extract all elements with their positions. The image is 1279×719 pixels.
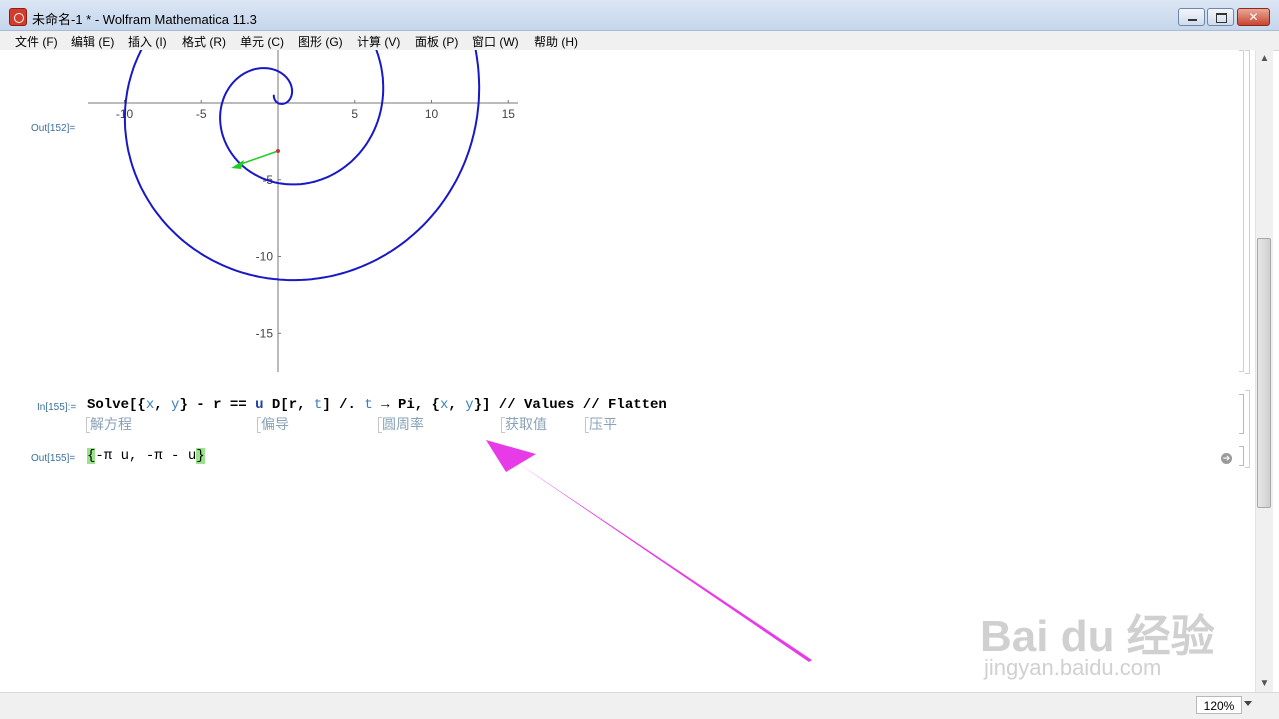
in155-label: In[155]:= — [37, 402, 77, 413]
menu-graphics[interactable]: 图形 (G) — [298, 33, 343, 50]
hint-flatten: 压平 — [585, 416, 617, 433]
hint-derivative: 偏导 — [257, 416, 289, 433]
code-token-5: } - — [179, 397, 214, 413]
plot-point — [276, 149, 280, 153]
code-token-14: t — [364, 397, 373, 413]
zoom-level[interactable]: 120% — [1196, 696, 1242, 714]
hint-pi: 圆周率 — [378, 416, 424, 433]
close-icon: ✕ — [1248, 10, 1259, 24]
menu-evaluation[interactable]: 计算 (V) — [357, 33, 400, 50]
code-token-0: Solve — [87, 397, 130, 413]
menu-edit[interactable]: 编辑 (E) — [71, 33, 114, 50]
group-bracket[interactable] — [1245, 50, 1250, 374]
title-bar: 未命名-1 * - Wolfram Mathematica 11.3 ✕ — [0, 0, 1279, 31]
code-token-18: y — [465, 397, 474, 413]
scroll-thumb[interactable] — [1257, 238, 1271, 508]
output-result[interactable]: {-π u, -π - u} — [87, 448, 205, 464]
minimize-button[interactable] — [1178, 8, 1205, 26]
notebook-area[interactable]: Out[152]= -10 -5 5 10 15 -5 -10 -15 In[155]:= … — [0, 50, 1255, 692]
code-token-19: }] // Values // Flatten — [473, 397, 667, 413]
out155-label: Out[155]= — [31, 453, 76, 464]
menu-bar: 文件 (F) 编辑 (E) 插入 (I) 格式 (R) 单元 (C) 图形 (G… — [0, 31, 1279, 51]
y-tick-label: -10 — [256, 250, 274, 264]
cell-bracket-out152[interactable] — [1239, 50, 1244, 372]
menu-cell[interactable]: 单元 (C) — [240, 33, 284, 50]
menu-window[interactable]: 窗口 (W) — [472, 33, 519, 50]
code-token-9: D[ — [263, 397, 289, 413]
code-token-2: x — [145, 397, 155, 413]
scroll-down-arrow-icon[interactable]: ▼ — [1256, 675, 1273, 692]
group-bracket-2[interactable] — [1245, 390, 1250, 468]
code-token-13: ] /. — [322, 397, 365, 413]
cell-bracket-in155[interactable] — [1239, 394, 1244, 434]
result-body: -π u, -π - u — [95, 448, 197, 464]
vertical-scrollbar[interactable]: ▲ ▼ — [1255, 50, 1273, 692]
code-token-1: [{ — [129, 397, 146, 413]
code-token-10: r — [288, 397, 298, 413]
scroll-up-arrow-icon[interactable]: ▲ — [1256, 50, 1273, 67]
plot-curve — [123, 50, 481, 282]
close-brace: } — [196, 448, 205, 464]
spiral-plot[interactable]: -10 -5 5 10 15 -5-10-15 — [0, 50, 560, 380]
baidu-watermark-url: jingyan.baidu.com — [984, 655, 1162, 680]
cell-bracket-out155[interactable] — [1239, 446, 1244, 466]
code-token-7: == — [221, 397, 256, 413]
menu-format[interactable]: 格式 (R) — [182, 33, 226, 50]
code-token-17: , — [448, 397, 466, 413]
x-tick-label: -5 — [196, 107, 207, 121]
menu-help[interactable]: 帮助 (H) — [534, 33, 578, 50]
menu-insert[interactable]: 插入 (I) — [128, 33, 167, 50]
maximize-icon — [1216, 13, 1227, 23]
code-token-11: , — [297, 397, 314, 413]
code-token-15: → Pi, { — [372, 397, 440, 413]
tangent-arrow-line — [237, 150, 279, 166]
menu-palettes[interactable]: 面板 (P) — [415, 33, 458, 50]
window-title: 未命名-1 * - Wolfram Mathematica 11.3 — [32, 12, 257, 27]
zoom-dropdown-icon[interactable] — [1244, 701, 1252, 706]
mathematica-app-icon[interactable] — [9, 8, 27, 26]
x-tick-label: 15 — [502, 107, 516, 121]
status-bar: 120% — [0, 692, 1279, 719]
suggestions-bar-icon[interactable]: ➔ — [1221, 453, 1232, 464]
menu-file[interactable]: 文件 (F) — [15, 33, 58, 50]
code-token-3: , — [154, 397, 172, 413]
x-tick-label: 5 — [351, 107, 358, 121]
hint-solve: 解方程 — [86, 416, 132, 433]
hint-values: 获取值 — [501, 416, 547, 433]
close-button[interactable]: ✕ — [1237, 8, 1270, 26]
input-code[interactable]: Solve[{x, y} - r == u D[r, t] /. t → Pi,… — [87, 397, 667, 413]
x-tick-label: 10 — [425, 107, 439, 121]
maximize-button[interactable] — [1207, 8, 1234, 26]
y-tick-label: -15 — [256, 326, 274, 340]
minimize-icon — [1188, 19, 1197, 21]
